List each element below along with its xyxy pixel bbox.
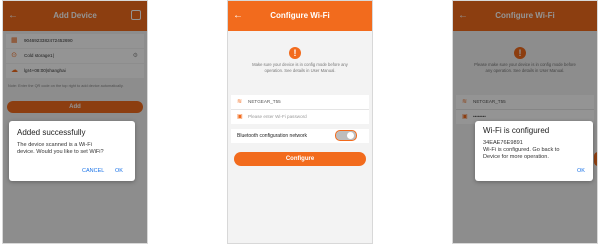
dialog-message-line-1: Wi-Fi is configured. Go back to — [483, 147, 560, 153]
wifi-configured-dialog: Wi-Fi is configured 34EAE76E9891 Wi-Fi i… — [475, 121, 593, 181]
ssid-field[interactable]: ≋ NETGEAR_T55 — [231, 95, 369, 109]
dialog-title: Added successfully — [17, 128, 86, 137]
page-title: Configure Wi-Fi — [270, 11, 330, 20]
back-arrow-icon[interactable]: ← — [233, 1, 243, 31]
dialog-message-line-1: The device scanned is a Wi-Fi — [17, 142, 92, 148]
password-placeholder: Please enter Wi-Fi password — [248, 114, 307, 119]
config-mode-message-line-1: Make sure your device is in config mode … — [252, 62, 348, 67]
password-field[interactable]: ▣ Please enter Wi-Fi password — [231, 110, 369, 124]
config-mode-message-line-2: operation. See details in User Manual. — [264, 68, 336, 73]
dialog-message-line-2: Device for more operation. — [483, 154, 549, 160]
toggle-knob — [347, 132, 354, 139]
bluetooth-toggle[interactable] — [335, 130, 357, 141]
dialog-title: Wi-Fi is configured — [483, 126, 550, 135]
add-device-screen: ← Add Device ▦ 9046923382472452690 ⊙ Col… — [2, 0, 148, 244]
configure-button[interactable]: Configure — [234, 152, 366, 166]
wifi-icon: ≋ — [237, 99, 243, 105]
configure-wifi-screen: ← Configure Wi-Fi ! Make sure your devic… — [227, 0, 373, 244]
ok-button[interactable]: OK — [115, 168, 123, 174]
warning-icon: ! — [289, 47, 301, 59]
lock-icon: ▣ — [237, 114, 243, 120]
added-successfully-dialog: Added successfully The device scanned is… — [9, 121, 135, 181]
ok-button[interactable]: OK — [577, 168, 585, 174]
header-bar: ← Configure Wi-Fi — [228, 1, 372, 31]
device-id-value: 34EAE76E9891 — [483, 140, 523, 146]
ssid-value: NETGEAR_T55 — [248, 99, 281, 104]
cancel-button[interactable]: CANCEL — [82, 168, 104, 174]
wifi-configured-screen: ← Configure Wi-Fi ! Please make sure you… — [452, 0, 598, 244]
dialog-message-line-2: device. Would you like to set WiFi? — [17, 149, 104, 155]
bluetooth-label: Bluetooth configuration network — [237, 133, 308, 139]
